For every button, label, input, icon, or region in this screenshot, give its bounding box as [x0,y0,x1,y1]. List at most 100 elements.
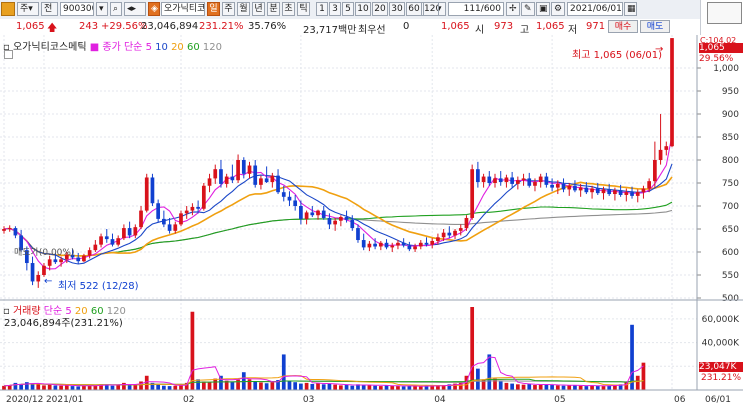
candle-body-22 [127,228,132,236]
candle-body-90 [515,180,520,184]
type-select[interactable]: 주▾ [17,2,39,16]
candle-body-54 [310,212,315,216]
ma-period-20: 20 [171,42,184,53]
volume-bar-101 [578,385,583,390]
high-label: 고 [520,25,530,36]
volume-bar-94 [538,384,543,390]
buy-button[interactable]: 매수 [608,20,638,33]
high-arrow-icon: → [655,44,664,55]
period-button-4[interactable]: 분 [267,2,280,16]
volume-bar-88 [504,382,509,390]
candle-body-52 [299,206,303,219]
crosshair-icon[interactable]: ✢ [506,2,520,16]
volume-bar-72 [413,386,417,390]
candle-body-32 [184,210,189,214]
period-button-0[interactable]: 일 [207,2,220,16]
last-price-marker: 1,065 [699,43,743,53]
volume-bar-29 [167,386,172,390]
candle-body-86 [493,178,497,183]
quote-price: 1,065 [441,21,470,32]
interval-button-60[interactable]: 60 [406,2,422,16]
stock-code-input[interactable]: 900300 [60,2,94,16]
interval-button-10[interactable]: 10 [355,2,371,16]
chart-menu-icon[interactable] [1,2,15,16]
favorite-icon[interactable]: ◈ [148,2,160,16]
volume-bar-68 [390,385,395,390]
volume-bar-96 [550,385,554,390]
candle-body-78 [447,232,452,236]
interval-button-5[interactable]: 5 [342,2,354,16]
open-label: 시 [475,25,485,36]
high-annotation: 최고 1,065 (06/01) [572,50,663,61]
tool-icon[interactable]: ✎ [521,2,535,16]
volume-bar-51 [293,382,298,390]
price-tick-5: 750 [722,179,739,189]
period-button-1[interactable]: 주 [222,2,235,16]
candle-body-15 [87,250,92,256]
candle-body-103 [590,188,594,193]
candle-body-34 [196,206,200,209]
candle-body-42 [241,160,246,174]
jeon-button[interactable]: 전 [41,2,58,16]
volume-bar-58 [333,384,338,390]
interval-button-30[interactable]: 30 [389,2,405,16]
period-button-6[interactable]: 틱 [297,2,310,16]
volume-bar-7 [42,385,46,390]
candle-body-13 [76,257,81,262]
candle-body-83 [476,169,480,183]
candle-body-1 [7,228,12,230]
candle-body-81 [464,217,469,229]
volume-bar-44 [253,381,258,390]
panel-settings-icon[interactable] [4,50,13,59]
candle-body-20 [116,238,121,245]
interval-button-20[interactable]: 20 [372,2,388,16]
volume-bar-86 [493,378,497,390]
sell-button[interactable]: 매도 [640,20,670,33]
chart-toolbar: 주▾ 전 900300 ▾ ⌕ ◂▸ ◈ 오가닉티코 ▾ 111/600 ✢ ✎… [0,0,743,20]
sound-icon[interactable]: ◂▸ [124,2,146,16]
period-button-3[interactable]: 년 [252,2,265,16]
volume-bar-36 [207,382,212,390]
volume-bar-97 [555,385,560,390]
candle-body-21 [122,228,126,239]
volume-bar-99 [567,385,572,390]
volume-bar-85 [487,354,492,390]
candle-body-44 [253,165,258,185]
candle-body-116 [664,146,669,150]
search-icon[interactable]: ⌕ [110,2,122,16]
volume-bar-70 [401,386,406,390]
price-tick-3: 850 [722,133,739,143]
interval-button-3[interactable]: 3 [329,2,341,16]
candle-body-55 [316,210,320,216]
volume-bar-47 [270,382,275,390]
volume-bar-14 [82,385,86,390]
candle-body-45 [259,178,263,185]
candle-body-93 [533,182,537,186]
count-input[interactable]: 111/600 [448,2,504,16]
chart-thumbnail[interactable] [700,0,743,35]
interval-button-1[interactable]: 1 [316,2,328,16]
candle-body-65 [373,243,377,247]
volume-bar-100 [573,385,577,390]
code-dropdown-icon[interactable]: ▾ [96,2,108,16]
candle-body-35 [201,185,206,209]
volume-value: 23,046,894 [141,21,199,32]
period-button-2[interactable]: 월 [237,2,250,16]
date-input[interactable]: 2021/06/01 [567,2,623,16]
volume-bar-45 [259,382,263,390]
settings-gear-icon[interactable]: ⚙ [551,2,565,16]
volume-bar-67 [384,385,389,390]
candle-body-69 [396,242,400,246]
low-annotation: 최저 522 (12/28) [58,281,139,292]
candle-body-36 [207,178,212,186]
period-button-5[interactable]: 초 [282,2,295,16]
interval-button-120[interactable]: 120 [423,2,439,16]
open-price: 973 [494,21,514,32]
candle-body-24 [139,210,143,228]
save-icon[interactable]: ▣ [536,2,550,16]
calendar-icon[interactable]: ▦ [624,2,637,16]
volume-bar-73 [418,386,423,390]
volume-bar-60 [344,385,349,390]
candle-body-111 [635,192,640,196]
candle-body-10 [59,259,63,263]
